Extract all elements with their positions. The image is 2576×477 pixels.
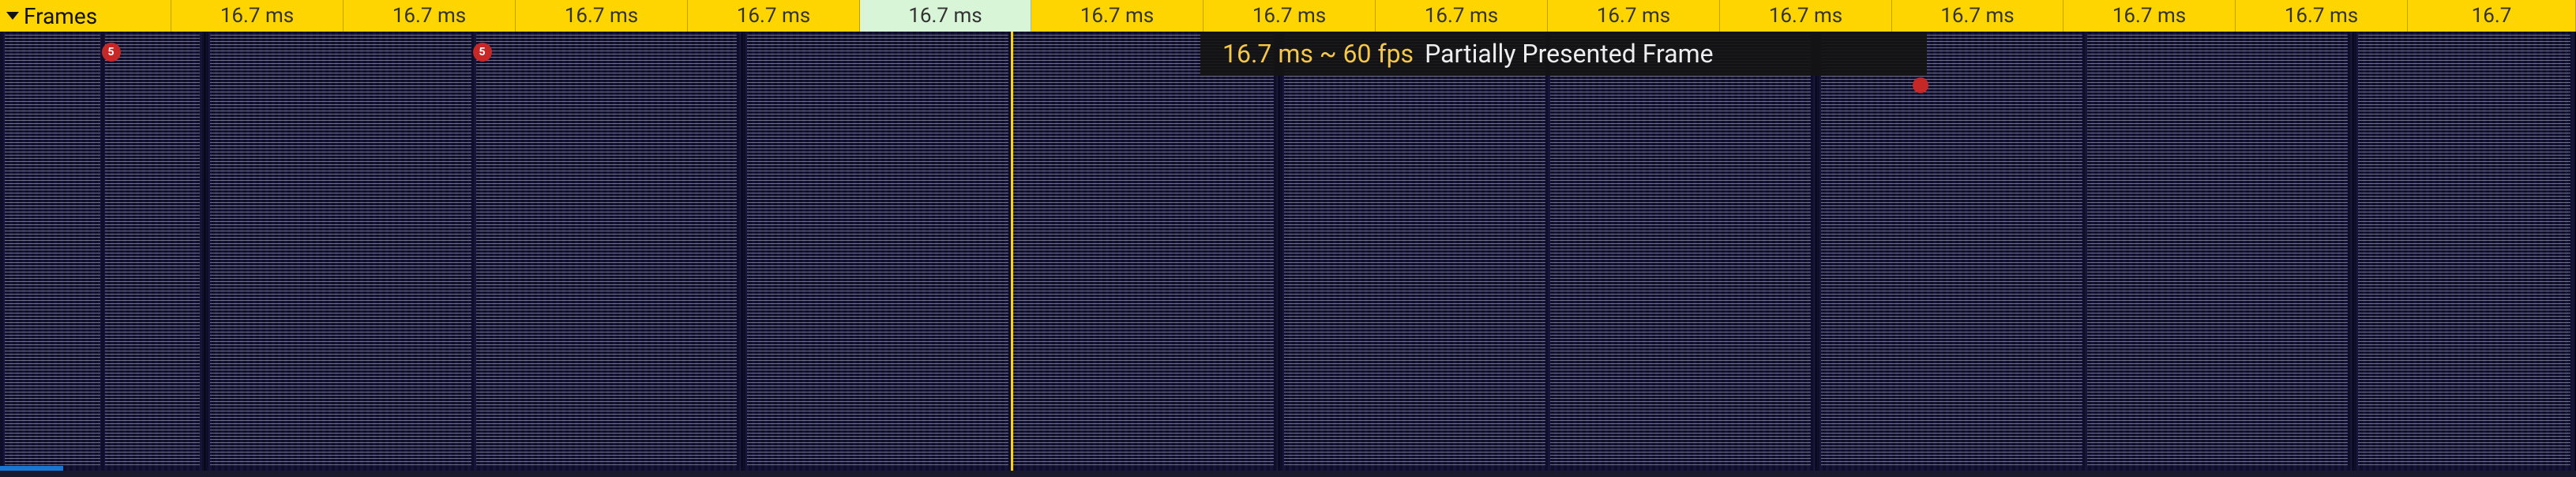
frame-duration-label: 16.7 ms <box>565 4 638 28</box>
rendered-text-column <box>1013 35 1275 468</box>
frame-cell[interactable]: 16.7 ms <box>1720 0 1892 32</box>
rendered-text-column <box>2087 35 2349 468</box>
error-badge-icon: 5 <box>102 43 121 62</box>
thumb-content <box>742 32 1279 471</box>
rendered-text-column <box>1550 35 1812 468</box>
filmstrip-thumb[interactable]: 5 <box>205 32 742 471</box>
rendered-text-column <box>2358 35 2570 468</box>
loading-progress-bar <box>0 466 63 471</box>
frame-duration-label: 16.7 ms <box>1252 4 1326 28</box>
filmstrip-thumb[interactable] <box>1816 32 2353 471</box>
frame-duration-label: 16.7 <box>2472 4 2512 28</box>
frame-cell[interactable]: 16.7 ms <box>1376 0 1548 32</box>
frame-cell[interactable]: 16.7 ms <box>171 0 344 32</box>
frames-track-title: Frames <box>24 3 97 29</box>
frame-duration-label: 16.7 ms <box>1425 4 1498 28</box>
filmstrip-thumb[interactable] <box>742 32 1279 471</box>
frame-duration-label: 16.7 ms <box>1940 4 2014 28</box>
frame-cell[interactable]: 16.7 ms <box>1204 0 1376 32</box>
frame-duration-label: 16.7 ms <box>737 4 810 28</box>
frame-cell[interactable]: 16.7 ms <box>2236 0 2408 32</box>
filmstrip[interactable]: 55 <box>0 32 2576 471</box>
rendered-text-column <box>5 35 100 468</box>
frame-duration-label: 16.7 ms <box>2112 4 2186 28</box>
frame-cell[interactable]: 16.7 ms <box>688 0 860 32</box>
thumb-content: 5 <box>205 32 742 471</box>
filmstrip-thumb[interactable] <box>1279 32 1816 471</box>
rendered-text-column: 5 <box>476 35 738 468</box>
rendered-text-column <box>1821 35 2082 468</box>
frame-cell[interactable]: 16.7 ms <box>1892 0 2063 32</box>
filmstrip-thumb[interactable]: 5 <box>0 32 205 471</box>
thumb-content <box>1816 32 2353 471</box>
frame-cell[interactable]: 16.7 ms <box>1548 0 1720 32</box>
frame-cell[interactable]: 16.7 ms <box>344 0 516 32</box>
frames-track-label[interactable]: Frames <box>0 0 158 32</box>
frame-cell[interactable]: 16.7 ms <box>516 0 688 32</box>
warning-dot-icon <box>1913 77 1928 93</box>
thumb-content <box>1279 32 1816 471</box>
frame-duration-label: 16.7 ms <box>908 4 982 28</box>
frame-cell[interactable]: 16.7 ms <box>860 0 1031 32</box>
error-badge-icon: 5 <box>473 43 492 62</box>
frames-track-header[interactable]: Frames 16.7 ms16.7 ms16.7 ms16.7 ms16.7 … <box>0 0 2576 32</box>
frame-cell[interactable]: 16.7 <box>2408 0 2576 32</box>
collapse-triangle-icon[interactable] <box>6 12 19 20</box>
frame-duration-label: 16.7 ms <box>2285 4 2358 28</box>
frame-duration-label: 16.7 ms <box>1769 4 1842 28</box>
thumb-content: 5 <box>0 32 205 471</box>
frame-duration-label: 16.7 ms <box>392 4 466 28</box>
playhead-marker[interactable] <box>1011 32 1013 471</box>
frame-duration-label: 16.7 ms <box>220 4 294 28</box>
filmstrip-thumb[interactable] <box>2353 32 2576 471</box>
rendered-text-column <box>747 35 1008 468</box>
rendered-text-column: 5 <box>105 35 201 468</box>
rendered-text-column <box>1284 35 1545 468</box>
tooltip-status-text: Partially Presented Frame <box>1425 39 1714 69</box>
frame-duration-label: 16.7 ms <box>1597 4 1670 28</box>
rendered-text-column <box>210 35 471 468</box>
frame-duration-label: 16.7 ms <box>1080 4 1154 28</box>
frame-cell[interactable]: 16.7 ms <box>2063 0 2236 32</box>
frame-cells-container: 16.7 ms 16.7 ms 16.7 ms 16.7 ms 16.7 ms 16.7 … <box>0 0 2576 32</box>
frame-tooltip: 16.7 ms ~ 60 fps Partially Presented Fra… <box>1200 32 1927 76</box>
thumb-content <box>2353 32 2575 471</box>
tooltip-fps-text: 16.7 ms ~ 60 fps <box>1222 39 1414 69</box>
frame-cell[interactable]: 16.7 ms <box>1031 0 1204 32</box>
